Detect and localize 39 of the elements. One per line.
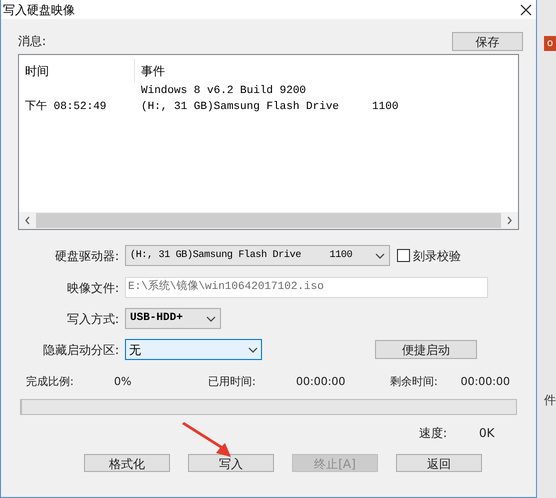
scroll-thumb[interactable]	[36, 213, 501, 228]
field-label: 写入方式:	[66, 310, 119, 328]
column-header[interactable]: 时间	[25, 62, 49, 80]
checkbox-label[interactable]: 刻录校验	[413, 246, 461, 264]
arrow-drawing	[180, 422, 232, 458]
action-button[interactable]: 格式化	[84, 454, 170, 472]
table-cell-text: (H:, 31 GB)Samsung Flash Drive 1100	[140, 100, 398, 115]
chevron-down-icon	[375, 252, 385, 258]
close-icon[interactable]	[520, 4, 532, 16]
checkbox[interactable]	[397, 249, 410, 262]
write-mode-dropdown[interactable]: USB-HDD+	[125, 308, 221, 329]
background-text: 件	[544, 392, 556, 409]
stat-label: 剩余时间:	[390, 374, 439, 390]
table-cell-text: Windows 8 v6.2 Build 9200	[140, 84, 306, 99]
chevron-down-icon	[206, 316, 216, 322]
stat-label: 已用时间:	[208, 374, 257, 390]
drive-dropdown[interactable]: (H:, 31 GB)Samsung Flash Drive 1100	[125, 245, 390, 266]
quick-boot-button[interactable]: 便捷启动	[375, 340, 477, 359]
stat-value: 00:00:00	[460, 374, 510, 390]
stat-value: 0%	[114, 374, 132, 390]
horizontal-scrollbar[interactable]	[19, 212, 518, 229]
window-title: 写入硬盘映像	[3, 2, 75, 18]
chevron-down-icon	[248, 346, 258, 352]
field-label: 硬盘驱动器:	[54, 248, 119, 264]
action-button[interactable]: 返回	[396, 454, 482, 472]
speed-value: 0K	[479, 424, 495, 442]
table-cell-text: 下午 08:52:49	[25, 99, 106, 115]
speed-label: 速度:	[419, 424, 448, 442]
action-button[interactable]: 写入	[188, 454, 274, 472]
stat-value: 00:00:00	[296, 374, 346, 390]
messages-label: 消息:	[18, 33, 46, 50]
hidden-partition-dropdown[interactable]: 无	[125, 339, 262, 360]
column-header[interactable]: 事件	[135, 62, 165, 80]
field-label: 隐藏启动分区:	[42, 342, 119, 358]
field-label: 映像文件:	[66, 280, 119, 296]
stat-label: 完成比例:	[26, 374, 75, 390]
save-button[interactable]: 保存	[452, 32, 523, 51]
image-file-field[interactable]: E:\系统\镜像\win10642017102.iso	[125, 277, 488, 298]
background-badge: o	[544, 36, 556, 51]
